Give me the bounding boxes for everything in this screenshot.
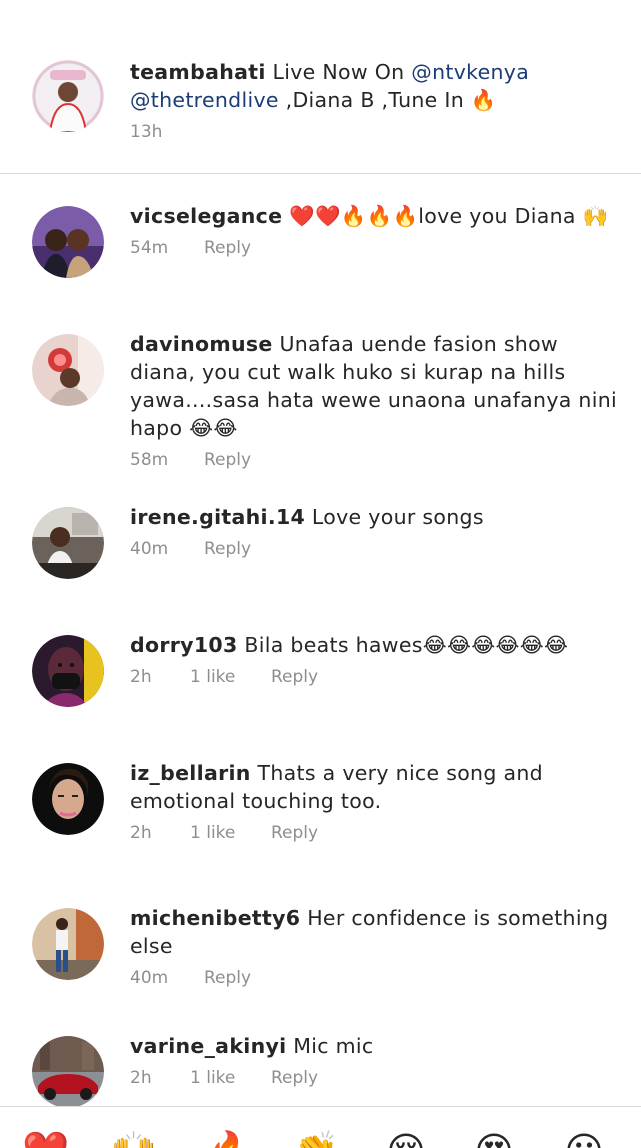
comment-username[interactable]: varine_akinyi [130,1034,286,1058]
avatar[interactable] [32,334,104,406]
reply-button[interactable]: Reply [204,968,251,988]
avatar[interactable] [32,908,104,980]
divider [0,173,641,174]
caption-text-part: ,Diana B ,Tune In 🔥 [278,88,497,112]
reply-button[interactable]: Reply [204,450,251,470]
caption-username[interactable]: teambahati [130,60,266,84]
comment-text: ❤️❤️🔥🔥🔥love you Diana 🙌 [282,204,609,228]
clapping-reaction-icon[interactable]: 👏 [290,1131,342,1148]
mention-link[interactable]: @thetrendlive [130,88,279,112]
comment-username[interactable]: vicselegance [130,204,282,228]
comment-username[interactable]: irene.gitahi.14 [130,505,305,529]
comment-time: 2h [130,1068,152,1088]
avatar[interactable] [32,206,104,278]
like-count[interactable]: 1 like [190,1068,235,1088]
avatar[interactable] [32,60,104,132]
comment-username[interactable]: michenibetty6 [130,906,300,930]
comment-time: 13h [130,122,163,142]
caption-meta: 13h [130,122,629,146]
heart-eyes-reaction-icon[interactable]: 😍 [468,1131,520,1148]
comment-time: 40m [130,539,169,559]
reply-button[interactable]: Reply [271,823,318,843]
like-count[interactable]: 1 like [190,667,235,687]
comment-text: Bila beats hawes😂😂😂😂😂😂 [237,633,569,657]
caption-text: teambahati Live Now On @ntvkenya @thetren… [130,58,629,114]
reply-button[interactable]: Reply [204,539,251,559]
reply-button[interactable]: Reply [271,1068,318,1088]
comment-time: 54m [130,238,169,258]
surprised-reaction-icon[interactable]: 😮 [558,1131,610,1148]
comment-text: Mic mic [286,1034,374,1058]
comment-time: 58m [130,450,169,470]
raised-hands-reaction-icon[interactable]: 🙌 [108,1131,160,1148]
comment-time: 40m [130,968,169,988]
comment-time: 2h [130,667,152,687]
comment-time: 2h [130,823,152,843]
reply-button[interactable]: Reply [271,667,318,687]
crying-reaction-icon[interactable]: 😢 [380,1131,432,1148]
comment-text: Love your songs [305,505,484,529]
like-count[interactable]: 1 like [190,823,235,843]
comment-username[interactable]: dorry103 [130,633,238,657]
mention-link[interactable]: @ntvkenya [411,60,529,84]
avatar[interactable] [32,507,104,579]
comment-username[interactable]: iz_bellarin [130,761,251,785]
avatar[interactable] [32,635,104,707]
avatar[interactable] [32,1036,104,1108]
reply-button[interactable]: Reply [204,238,251,258]
caption-text-part: Live Now On [265,60,412,84]
avatar[interactable] [32,763,104,835]
heart-reaction-icon[interactable]: ❤️ [20,1131,72,1148]
fire-reaction-icon[interactable]: 🔥 [204,1131,256,1148]
comment-username[interactable]: davinomuse [130,332,273,356]
quick-reaction-bar: ❤️ 🙌 🔥 👏 😢 😍 😮 [0,1106,641,1148]
